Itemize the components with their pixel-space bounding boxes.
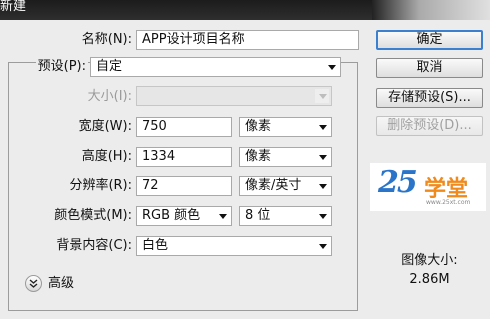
color-mode-label: 颜色模式(M):	[54, 208, 132, 223]
chevron-down-icon	[219, 214, 227, 219]
chevron-down-icon	[328, 65, 336, 70]
delete-preset-button: 删除预设(D)...	[376, 116, 483, 136]
resolution-input[interactable]: 72	[136, 176, 232, 196]
dialog-title: 新建	[0, 0, 27, 14]
resolution-label: 分辨率(R):	[69, 178, 132, 193]
name-label: 名称(N):	[81, 32, 132, 47]
resolution-unit-value: 像素/英寸	[245, 178, 302, 193]
image-size-value: 2.86M	[409, 272, 450, 287]
chevron-down-icon	[319, 214, 327, 219]
size-select	[136, 86, 332, 106]
background-select[interactable]: 白色	[136, 236, 332, 256]
ok-button[interactable]: 确定	[376, 30, 483, 50]
color-mode-value: RGB 颜色	[142, 208, 201, 223]
height-label: 高度(H):	[81, 149, 132, 164]
width-unit-value: 像素	[245, 119, 272, 134]
height-input[interactable]: 1334	[136, 147, 232, 167]
chevron-down-icon	[319, 155, 327, 160]
bit-depth-select[interactable]: 8 位	[239, 206, 332, 226]
background-label: 背景内容(C):	[56, 238, 132, 253]
preset-select[interactable]: 自定	[90, 57, 341, 77]
title-bar: 新建	[0, 0, 490, 20]
height-unit-value: 像素	[245, 149, 272, 164]
save-preset-button[interactable]: 存储预设(S)...	[376, 88, 483, 108]
height-unit-select[interactable]: 像素	[239, 147, 332, 167]
color-mode-select[interactable]: RGB 颜色	[136, 206, 232, 226]
name-input[interactable]: APP设计项目名称	[136, 30, 359, 50]
advanced-toggle-button[interactable]	[25, 275, 42, 292]
background-value: 白色	[142, 238, 169, 253]
double-chevron-down-icon	[29, 279, 38, 288]
width-input[interactable]: 750	[136, 117, 232, 137]
preset-select-value: 自定	[96, 59, 123, 74]
advanced-label[interactable]: 高级	[48, 275, 74, 293]
title-bar-background-fade	[372, 0, 490, 20]
watermark-url: www.25xt.com	[426, 199, 471, 206]
bit-depth-value: 8 位	[245, 208, 271, 223]
chevron-down-icon	[319, 184, 327, 189]
width-label: 宽度(W):	[78, 119, 132, 134]
chevron-down-icon	[319, 94, 327, 99]
watermark-number: 25	[378, 165, 418, 200]
preset-label: 预设(P):	[37, 59, 86, 74]
size-label: 大小(I):	[87, 89, 132, 104]
image-size-label: 图像大小:	[401, 253, 458, 268]
watermark-logo: 25 学堂 www.25xt.com	[370, 163, 486, 211]
chevron-down-icon	[319, 125, 327, 130]
cancel-button[interactable]: 取消	[376, 58, 483, 78]
resolution-unit-select[interactable]: 像素/英寸	[239, 176, 332, 196]
width-unit-select[interactable]: 像素	[239, 117, 332, 137]
chevron-down-icon	[319, 244, 327, 249]
